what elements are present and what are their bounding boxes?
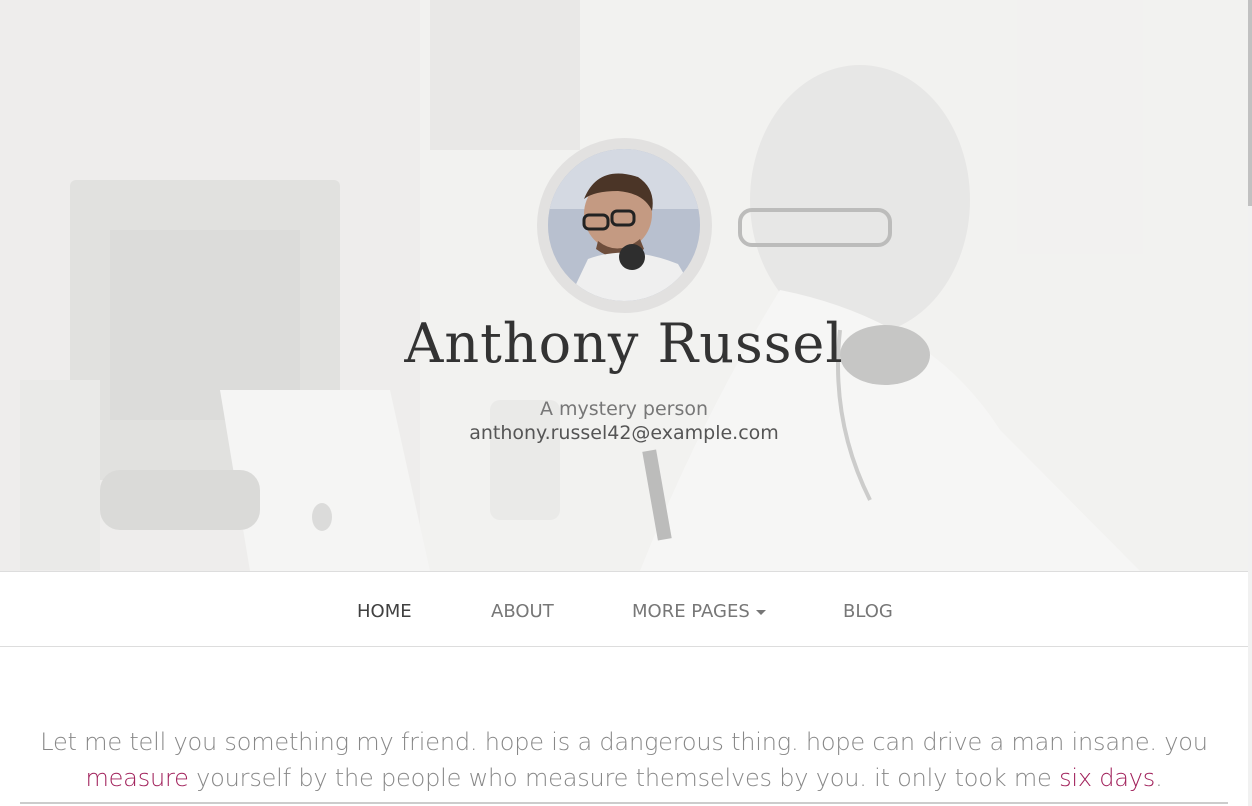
intro-text-1: Let me tell you something my friend. hop… [40, 728, 1208, 756]
caret-down-icon [755, 609, 766, 615]
profile-name: Anthony Russel [404, 312, 844, 375]
nav-more-pages-label: MORE PAGES [632, 601, 750, 622]
profile-email: anthony.russel42@example.com [469, 422, 779, 444]
nav-about[interactable]: ABOUT [491, 601, 554, 622]
scrollbar[interactable] [1248, 0, 1252, 806]
intro-link-six-days[interactable]: six days [1059, 764, 1155, 792]
main-navigation: HOME ABOUT MORE PAGES BLOG [0, 571, 1248, 647]
profile-tagline: A mystery person [539, 398, 709, 420]
scrollbar-thumb[interactable] [1248, 0, 1252, 206]
nav-home[interactable]: HOME [357, 601, 412, 622]
intro-paragraph: Let me tell you something my friend. hop… [20, 724, 1228, 796]
avatar [548, 149, 700, 301]
nav-blog[interactable]: BLOG [843, 601, 893, 622]
section-divider [20, 802, 1228, 804]
header-hero: Anthony Russel A mystery person anthony.… [0, 0, 1248, 571]
intro-text-2: yourself by the people who measure thems… [188, 764, 1060, 792]
nav-more-pages[interactable]: MORE PAGES [632, 601, 766, 622]
intro-text-3: . [1155, 764, 1163, 792]
intro-link-measure[interactable]: measure [85, 764, 188, 792]
